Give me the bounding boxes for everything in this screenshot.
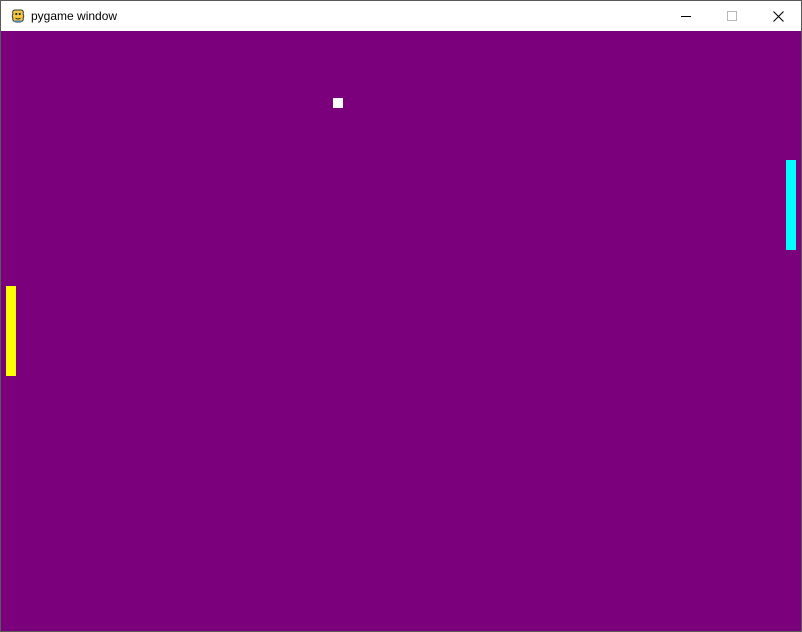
game-surface[interactable] [1,31,801,631]
close-button[interactable] [755,1,801,31]
pygame-window: pygame window [0,0,802,632]
ball [333,98,343,108]
pygame-snake-icon [10,8,26,24]
close-icon [772,10,784,22]
minimize-button[interactable] [663,1,709,31]
maximize-button[interactable] [709,1,755,31]
right-paddle [786,160,796,250]
maximize-icon [727,11,737,21]
title-bar[interactable]: pygame window [1,1,801,31]
left-paddle [6,286,16,376]
window-title: pygame window [31,9,118,23]
minimize-icon [681,16,691,17]
